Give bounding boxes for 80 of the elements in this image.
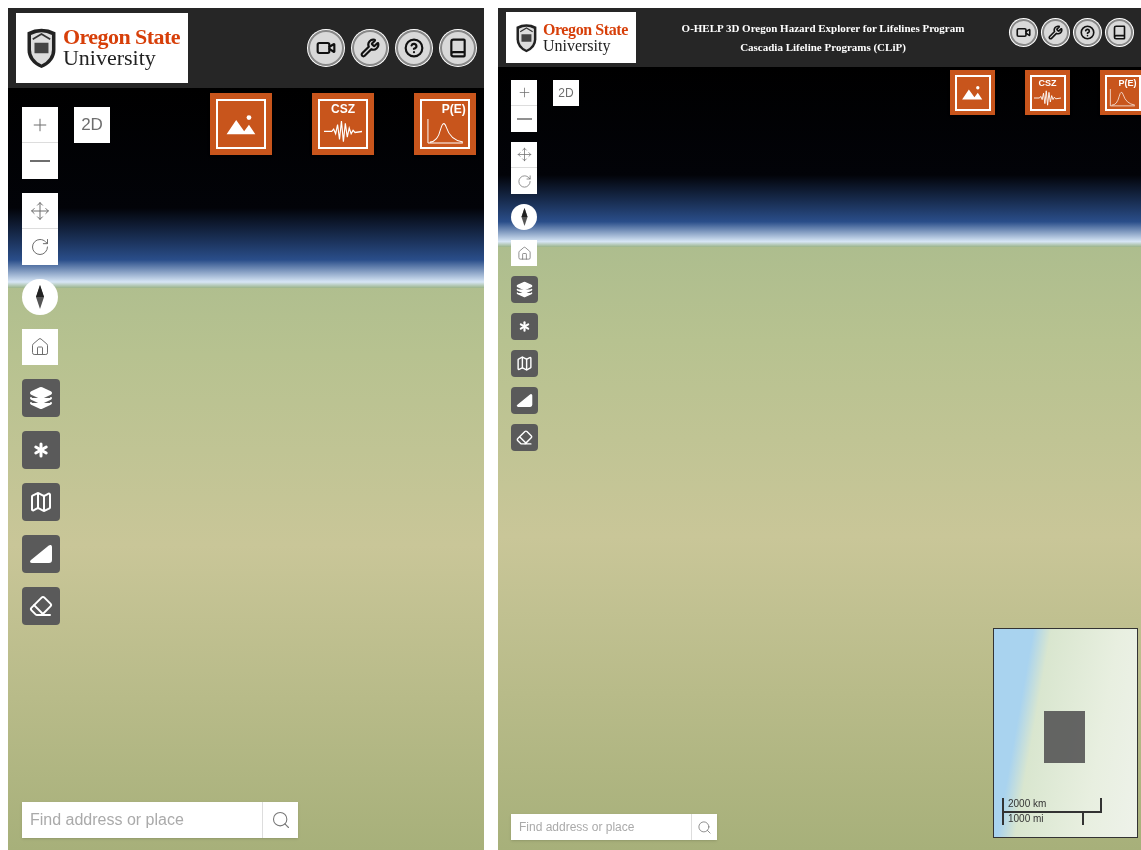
map-search-button[interactable] bbox=[511, 350, 538, 377]
layers-button[interactable] bbox=[511, 276, 538, 303]
eraser-icon bbox=[516, 429, 533, 446]
rotate-icon bbox=[516, 173, 532, 189]
compass-button[interactable] bbox=[22, 279, 58, 315]
layers-icon bbox=[516, 281, 533, 298]
eraser-button[interactable] bbox=[22, 587, 60, 625]
probability-button[interactable]: P(E) bbox=[1100, 70, 1141, 115]
measure-button[interactable] bbox=[511, 387, 538, 414]
tile-label: P(E) bbox=[441, 103, 467, 116]
bell-curve-icon bbox=[1108, 89, 1137, 107]
view-mode-toggle[interactable]: 2D bbox=[553, 80, 579, 106]
tile-label: CSZ bbox=[1038, 78, 1057, 88]
logo-text: University bbox=[542, 37, 612, 53]
help-icon bbox=[404, 38, 424, 58]
search-field[interactable]: Find address or place bbox=[22, 802, 262, 838]
search-icon bbox=[270, 810, 291, 830]
layers-icon bbox=[29, 386, 53, 410]
home-button[interactable] bbox=[511, 240, 537, 266]
video-camera-button[interactable] bbox=[308, 30, 344, 66]
burst-button[interactable] bbox=[22, 431, 60, 469]
map-icon bbox=[29, 490, 53, 514]
tile-label: P(E) bbox=[1118, 78, 1138, 88]
move-icon bbox=[30, 200, 50, 221]
home-icon bbox=[516, 245, 532, 261]
logo-text: Oregon State bbox=[62, 27, 180, 48]
view-mode-toggle[interactable]: 2D bbox=[74, 107, 110, 143]
image-gallery-button[interactable] bbox=[210, 93, 272, 155]
video-camera-button[interactable] bbox=[1010, 19, 1037, 46]
plus-icon bbox=[516, 85, 532, 100]
tools-button[interactable] bbox=[352, 30, 388, 66]
layers-button[interactable] bbox=[22, 379, 60, 417]
map-icon bbox=[516, 355, 533, 372]
compass-needle-icon bbox=[519, 208, 529, 226]
video-camera-icon bbox=[1016, 25, 1031, 40]
zoom-out-button[interactable] bbox=[511, 106, 537, 132]
logo-text: Oregon State bbox=[542, 22, 628, 38]
scale-label: 1000 mi bbox=[1004, 812, 1084, 825]
minus-icon bbox=[516, 118, 532, 120]
probability-button[interactable]: P(E) bbox=[414, 93, 476, 155]
seismic-wave-icon bbox=[323, 120, 363, 144]
search-field[interactable]: Find address or place bbox=[511, 814, 691, 840]
csz-button[interactable]: CSZ bbox=[1025, 70, 1070, 115]
rotate-icon bbox=[30, 237, 50, 257]
search-icon bbox=[697, 819, 712, 835]
eraser-button[interactable] bbox=[511, 424, 538, 451]
rotate-button[interactable] bbox=[22, 229, 58, 265]
book-icon bbox=[448, 38, 468, 58]
book-button[interactable] bbox=[1106, 19, 1133, 46]
seismic-wave-icon bbox=[1033, 89, 1062, 106]
home-button[interactable] bbox=[22, 329, 58, 365]
move-icon bbox=[516, 147, 532, 162]
zoom-out-button[interactable] bbox=[22, 143, 58, 179]
home-icon bbox=[30, 337, 50, 357]
image-gallery-button[interactable] bbox=[950, 70, 995, 115]
tools-button[interactable] bbox=[1042, 19, 1069, 46]
minus-icon bbox=[30, 160, 50, 162]
tile-label: CSZ bbox=[331, 103, 355, 116]
zoom-in-button[interactable] bbox=[511, 80, 537, 106]
csz-button[interactable]: CSZ bbox=[312, 93, 374, 155]
eraser-icon bbox=[29, 594, 53, 618]
book-icon bbox=[1112, 25, 1127, 40]
app-title: Cascadia Lifeline Programs (CLiP) bbox=[740, 41, 906, 53]
logo-text: University bbox=[62, 48, 157, 69]
help-button[interactable] bbox=[1074, 19, 1101, 46]
help-button[interactable] bbox=[396, 30, 432, 66]
scale-label: 2000 km bbox=[1004, 798, 1102, 813]
tools-icon bbox=[1048, 25, 1063, 40]
help-icon bbox=[1080, 25, 1095, 40]
extent-rectangle bbox=[1044, 711, 1085, 763]
compass-needle-icon bbox=[34, 285, 46, 309]
bell-curve-icon bbox=[425, 119, 465, 145]
pan-button[interactable] bbox=[511, 142, 537, 168]
tools-icon bbox=[360, 38, 380, 58]
burst-button[interactable] bbox=[511, 313, 538, 340]
measure-button[interactable] bbox=[22, 535, 60, 573]
book-button[interactable] bbox=[440, 30, 476, 66]
app-title: O-HELP 3D Oregon Hazard Explorer for Lifelines Program bbox=[681, 22, 965, 34]
map-search-button[interactable] bbox=[22, 483, 60, 521]
search-button[interactable] bbox=[262, 802, 298, 838]
